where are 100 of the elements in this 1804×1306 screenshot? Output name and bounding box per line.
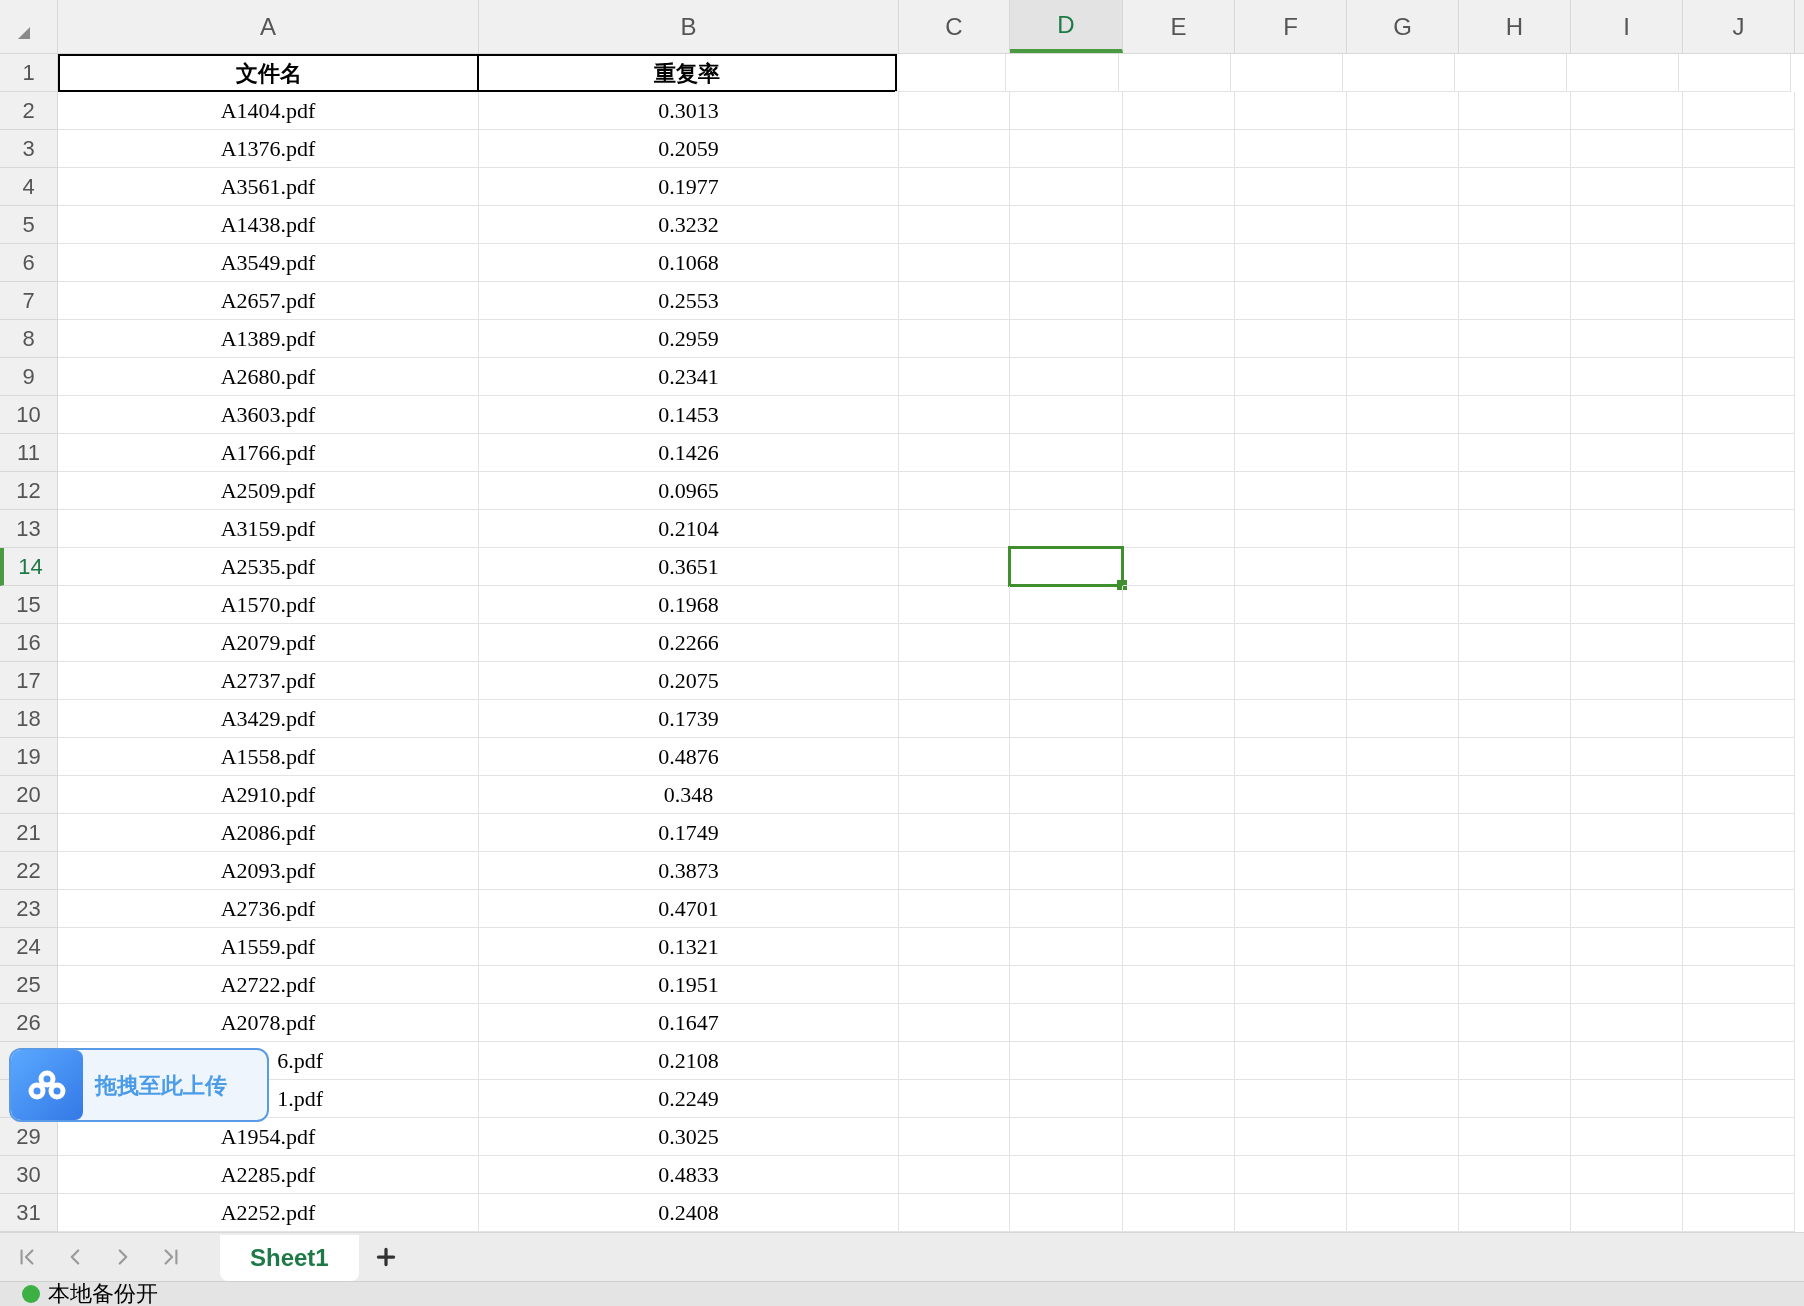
table-cell[interactable] [1123,624,1235,662]
table-cell[interactable] [1347,130,1459,168]
table-cell[interactable]: 0.1977 [479,168,899,206]
table-cell[interactable] [1571,1118,1683,1156]
table-cell[interactable] [1347,852,1459,890]
table-cell[interactable] [899,966,1010,1004]
table-cell[interactable]: 0.1068 [479,244,899,282]
table-cell[interactable] [1347,928,1459,966]
table-cell[interactable] [1683,1042,1795,1080]
row-number[interactable]: 31 [0,1194,58,1232]
table-cell[interactable] [1123,548,1235,586]
table-cell[interactable]: 0.1453 [479,396,899,434]
table-cell[interactable] [1679,54,1791,92]
table-cell[interactable] [1459,814,1571,852]
table-cell[interactable] [899,244,1010,282]
table-cell[interactable]: A3549.pdf [58,244,479,282]
table-cell[interactable] [1571,92,1683,130]
table-cell[interactable] [1123,662,1235,700]
table-cell[interactable] [1683,966,1795,1004]
table-cell[interactable] [1347,92,1459,130]
table-cell[interactable] [1459,586,1571,624]
table-cell[interactable]: A2535.pdf [58,548,479,586]
table-cell[interactable] [1235,510,1347,548]
row-number[interactable]: 30 [0,1156,58,1194]
table-cell[interactable] [1235,396,1347,434]
table-cell[interactable]: A2509.pdf [58,472,479,510]
table-cell[interactable]: A2086.pdf [58,814,479,852]
table-cell[interactable]: A3603.pdf [58,396,479,434]
table-cell[interactable] [1683,510,1795,548]
table-cell[interactable] [1231,54,1343,92]
table-cell[interactable] [1683,92,1795,130]
table-cell[interactable] [1235,928,1347,966]
table-cell[interactable] [1010,1118,1123,1156]
table-cell[interactable] [899,624,1010,662]
column-header[interactable]: B [479,0,899,53]
table-cell[interactable] [1683,244,1795,282]
table-cell[interactable] [899,1080,1010,1118]
table-cell[interactable] [1123,1080,1235,1118]
table-cell[interactable] [1010,396,1123,434]
table-cell[interactable]: 0.1739 [479,700,899,738]
table-cell[interactable] [1347,814,1459,852]
table-cell[interactable] [1235,586,1347,624]
table-cell[interactable] [1683,776,1795,814]
table-cell[interactable] [1683,358,1795,396]
table-cell[interactable] [1123,738,1235,776]
table-cell[interactable] [1235,700,1347,738]
table-cell[interactable] [1459,358,1571,396]
table-cell[interactable] [1010,966,1123,1004]
table-cell[interactable]: 0.3232 [479,206,899,244]
table-cell[interactable] [1010,282,1123,320]
table-cell[interactable] [1571,852,1683,890]
table-cell[interactable]: 0.2075 [479,662,899,700]
table-cell[interactable] [1347,282,1459,320]
table-cell[interactable]: A1766.pdf [58,434,479,472]
table-cell[interactable] [1010,928,1123,966]
table-cell[interactable] [1571,358,1683,396]
table-cell[interactable] [1010,434,1123,472]
table-cell[interactable] [1010,206,1123,244]
table-cell[interactable] [1683,320,1795,358]
table-cell[interactable] [1683,130,1795,168]
column-header[interactable]: F [1235,0,1347,53]
table-cell[interactable] [1235,130,1347,168]
table-cell[interactable] [1010,738,1123,776]
table-cell[interactable] [1347,358,1459,396]
table-cell[interactable] [1683,700,1795,738]
table-cell[interactable] [1235,662,1347,700]
table-cell[interactable]: A1558.pdf [58,738,479,776]
table-cell[interactable] [1459,966,1571,1004]
table-cell[interactable]: A2078.pdf [58,1004,479,1042]
table-cell[interactable] [1571,814,1683,852]
table-cell[interactable] [1235,168,1347,206]
row-number[interactable]: 25 [0,966,58,1004]
table-cell[interactable] [899,662,1010,700]
row-number[interactable]: 14 [0,548,58,586]
table-cell[interactable]: 0.2104 [479,510,899,548]
column-header[interactable]: G [1347,0,1459,53]
table-cell[interactable] [1683,1118,1795,1156]
table-cell[interactable] [1459,776,1571,814]
table-cell[interactable] [1010,358,1123,396]
table-cell[interactable] [1010,814,1123,852]
table-cell[interactable]: 0.2266 [479,624,899,662]
table-cell[interactable] [1347,662,1459,700]
row-number[interactable]: 4 [0,168,58,206]
table-cell[interactable] [1571,244,1683,282]
table-cell[interactable]: A2285.pdf [58,1156,479,1194]
table-cell[interactable]: A1404.pdf [58,92,479,130]
table-cell[interactable] [899,282,1010,320]
table-cell[interactable]: A2737.pdf [58,662,479,700]
table-cell[interactable] [1683,852,1795,890]
table-cell[interactable] [1123,130,1235,168]
table-cell[interactable]: A1438.pdf [58,206,479,244]
table-cell[interactable] [1235,434,1347,472]
table-cell[interactable] [1347,434,1459,472]
table-cell[interactable]: A2736.pdf [58,890,479,928]
row-number[interactable]: 29 [0,1118,58,1156]
table-cell[interactable] [1235,358,1347,396]
table-cell[interactable] [1571,662,1683,700]
table-cell[interactable]: A2910.pdf [58,776,479,814]
column-header[interactable]: A [58,0,479,53]
table-cell[interactable] [1010,890,1123,928]
